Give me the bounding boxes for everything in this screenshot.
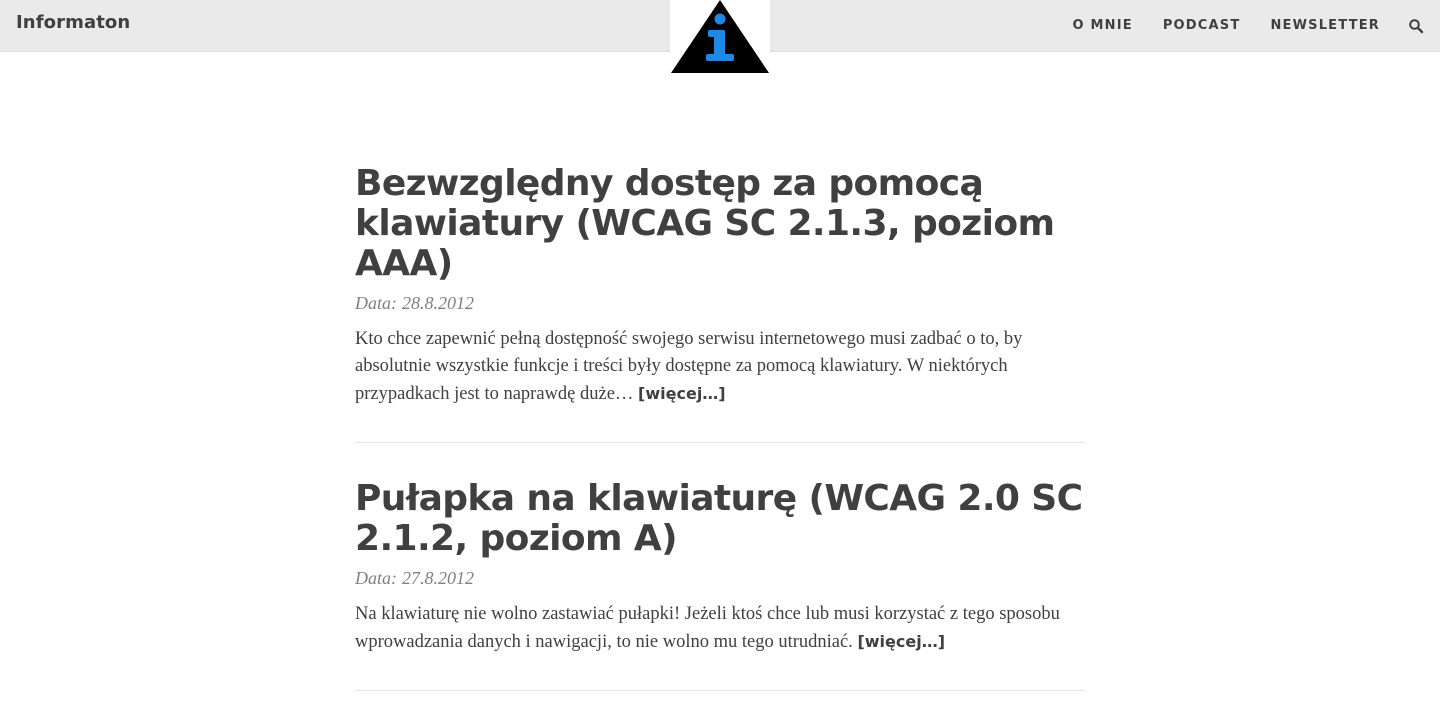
post-excerpt-text: Na klawiaturę nie wolno zastawiać pułapk… xyxy=(355,604,1060,652)
post-excerpt: Kto chce zapewnić pełną dostępność swoje… xyxy=(355,326,1085,408)
post-item: Pułapka na klawiaturę (WCAG 2.0 SC 2.1.2… xyxy=(355,479,1085,691)
post-title: Pułapka na klawiaturę (WCAG 2.0 SC 2.1.2… xyxy=(355,479,1085,559)
post-date-label: Data: xyxy=(355,293,397,313)
info-triangle-logo xyxy=(671,0,769,73)
post-date-value: 27.8.2012 xyxy=(402,568,474,588)
main-nav: O MNIE PODCAST NEWSLETTER xyxy=(1073,0,1440,51)
search-icon[interactable] xyxy=(1408,18,1424,34)
post-excerpt: Na klawiaturę nie wolno zastawiać pułapk… xyxy=(355,601,1085,656)
post-item: Bezwzględny dostęp za pomocą klawiatury … xyxy=(355,164,1085,443)
nav-link-newsletter[interactable]: NEWSLETTER xyxy=(1270,18,1380,33)
read-more-link[interactable]: [więcej…] xyxy=(638,384,726,403)
site-logo[interactable] xyxy=(670,0,770,74)
post-date-label: Data: xyxy=(355,568,397,588)
post-date: Data: 27.8.2012 xyxy=(355,565,1085,591)
post-date-value: 28.8.2012 xyxy=(402,293,474,313)
post-list: Bezwzględny dostęp za pomocą klawiatury … xyxy=(355,164,1085,720)
post-title-link[interactable]: Pułapka na klawiaturę (WCAG 2.0 SC 2.1.2… xyxy=(355,478,1083,559)
brand-link[interactable]: Informaton xyxy=(16,12,130,33)
post-title: Bezwzględny dostęp za pomocą klawiatury … xyxy=(355,164,1085,284)
nav-link-o-mnie[interactable]: O MNIE xyxy=(1073,18,1133,33)
post-title-link[interactable]: Bezwzględny dostęp za pomocą klawiatury … xyxy=(355,163,1055,284)
post-date: Data: 28.8.2012 xyxy=(355,290,1085,316)
nav-link-podcast[interactable]: PODCAST xyxy=(1163,18,1241,33)
read-more-link[interactable]: [więcej…] xyxy=(857,632,945,651)
